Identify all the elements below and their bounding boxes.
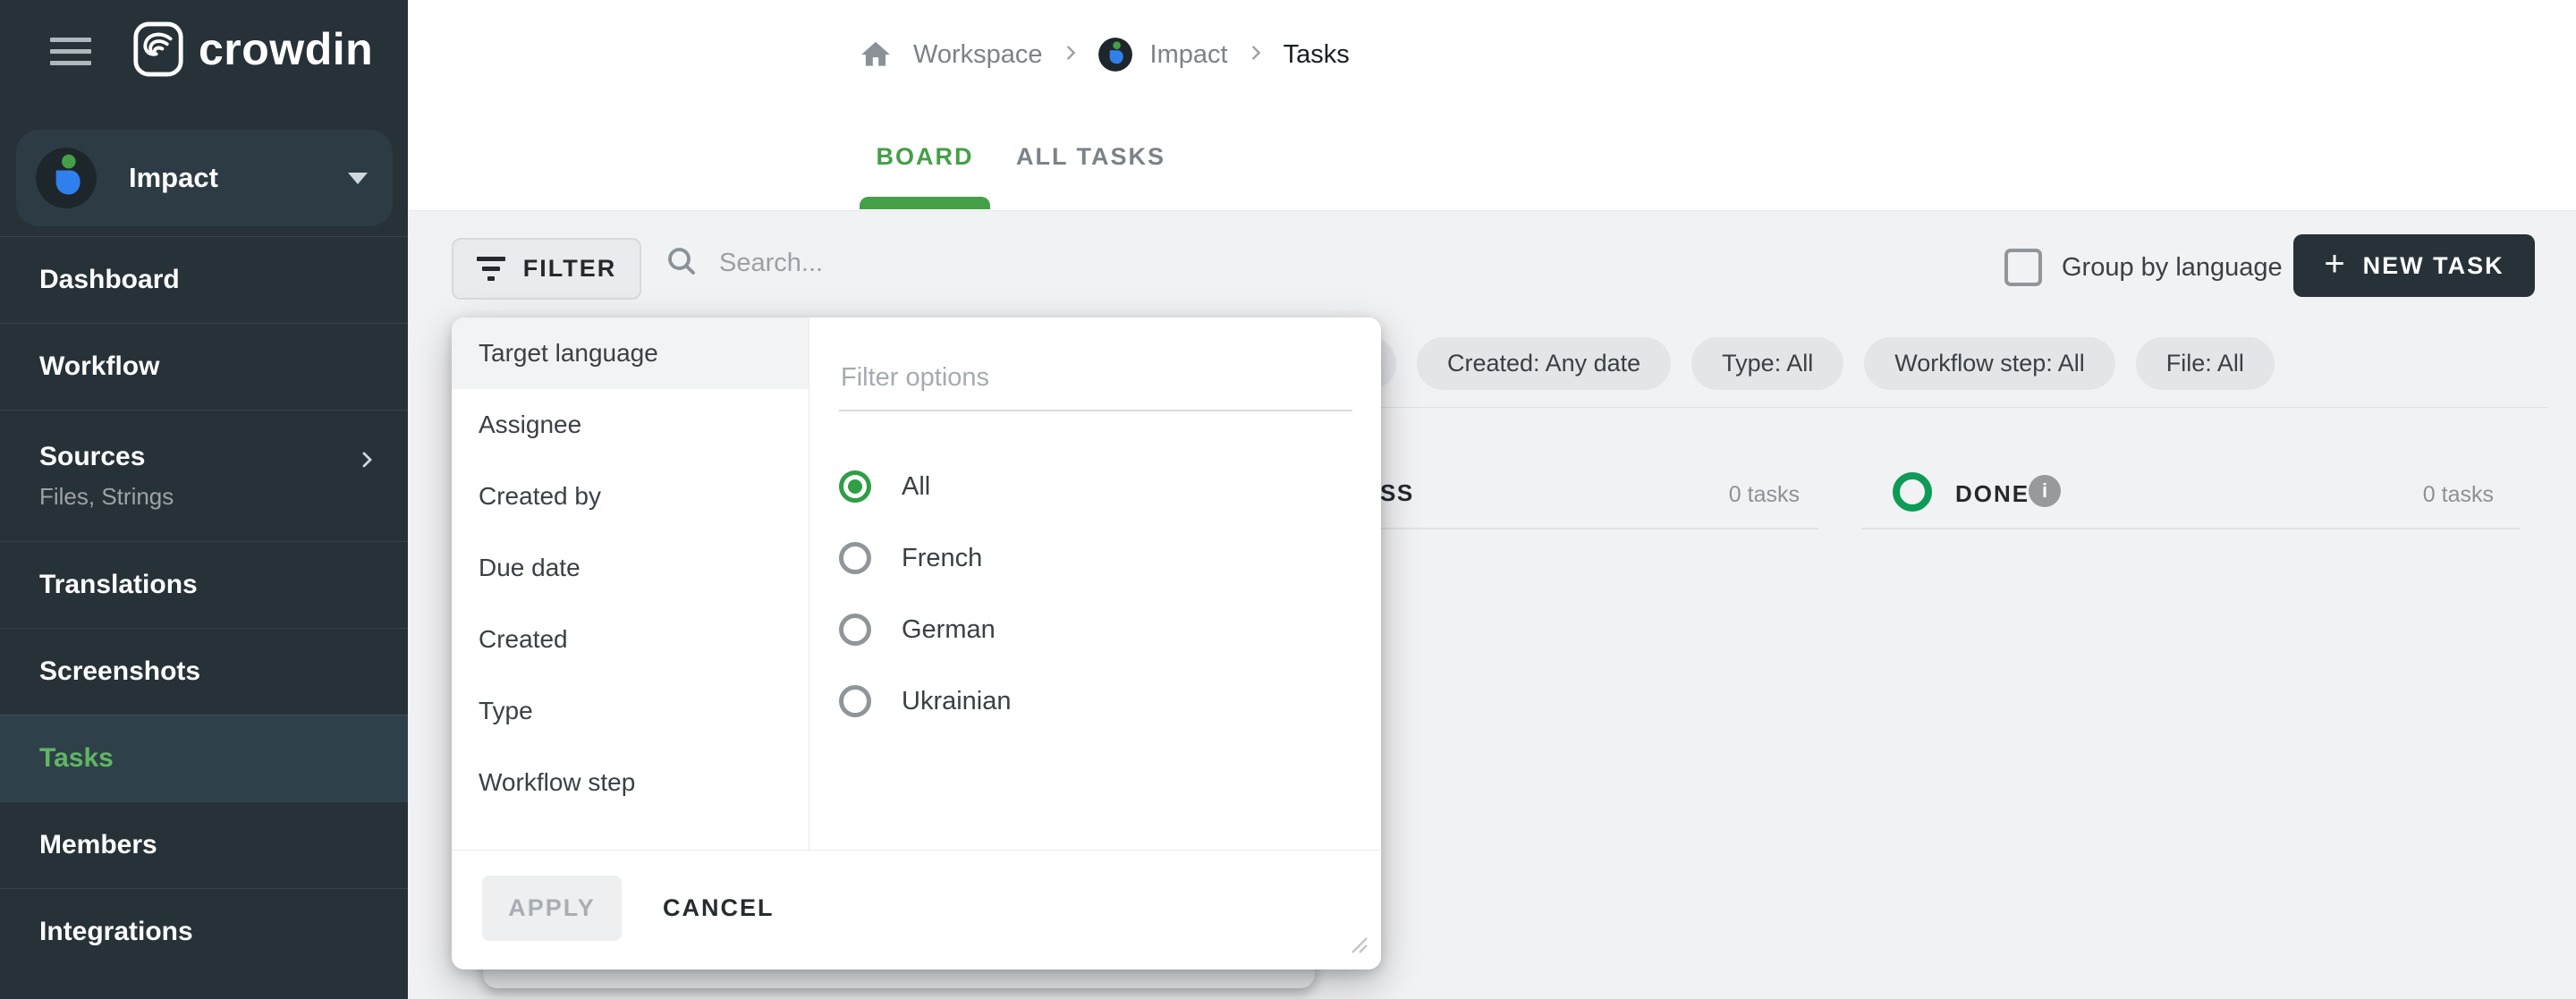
done-status-circle-icon	[1893, 472, 1932, 512]
sidebar-item-tasks[interactable]: Tasks	[0, 715, 408, 801]
group-by-language: Group by language	[2004, 249, 2283, 286]
filter-chip-created[interactable]: Created: Any date	[1417, 337, 1671, 390]
menu-item-created-by[interactable]: Created by	[452, 461, 809, 532]
search-input[interactable]	[717, 248, 1093, 279]
group-by-language-label: Group by language	[2062, 253, 2283, 283]
project-selector[interactable]: Impact	[16, 130, 393, 226]
filter-options-search	[839, 362, 1352, 411]
chevron-down-icon	[348, 173, 368, 184]
filter-popup-footer: APPLY CANCEL	[452, 850, 1381, 969]
filter-popup: Target language Assignee Created by Due …	[452, 317, 1381, 969]
crowdin-logo-icon	[131, 21, 186, 77]
menu-item-due-date[interactable]: Due date	[452, 532, 809, 604]
sidebar-item-sources-sub: Files, Strings	[39, 483, 408, 511]
column-task-count: 0 tasks	[2352, 482, 2494, 508]
header-actions: ?	[2571, 18, 2576, 80]
resize-handle-icon[interactable]	[1342, 927, 1368, 959]
breadcrumb-current-page: Tasks	[1284, 40, 1350, 70]
cancel-button[interactable]: CANCEL	[657, 876, 780, 941]
radio-icon[interactable]	[839, 685, 871, 717]
new-task-button[interactable]: + NEW TASK	[2293, 234, 2535, 297]
column-title-done: DONE	[1955, 480, 2029, 508]
project-name: Impact	[129, 162, 218, 194]
menu-item-workflow-step[interactable]: Workflow step	[452, 747, 809, 818]
chevron-right-icon	[1061, 43, 1080, 67]
chevron-right-icon	[1246, 43, 1266, 67]
radio-option-ukrainian[interactable]: Ukrainian	[839, 665, 1363, 737]
plus-icon: +	[2324, 246, 2344, 282]
menu-item-assignee[interactable]: Assignee	[452, 389, 809, 461]
sidebar-item-workflow[interactable]: Workflow	[0, 323, 408, 410]
column-divider	[1861, 528, 2521, 529]
radio-option-french[interactable]: French	[839, 522, 1363, 594]
radio-icon[interactable]	[839, 542, 871, 574]
column-task-count: 0 tasks	[1655, 482, 1800, 508]
sidebar-item-screenshots[interactable]: Screenshots	[0, 628, 408, 715]
filter-button[interactable]: FILTER	[452, 238, 641, 300]
menu-hamburger-icon[interactable]	[50, 38, 91, 72]
filter-chips: Created: Any date Type: All Workflow ste…	[1342, 337, 2275, 390]
filter-popup-menu: Target language Assignee Created by Due …	[452, 317, 809, 850]
sidebar: crowdin Impact Dashboard Workflow Source…	[0, 0, 408, 999]
chevron-right-icon	[356, 447, 377, 478]
project-logo-icon	[36, 148, 97, 208]
project-logo-icon	[1098, 38, 1132, 72]
radio-option-german[interactable]: German	[839, 594, 1363, 665]
breadcrumb-project[interactable]: Impact	[1150, 40, 1228, 70]
filter-popup-options: All French German Ukrainian	[809, 317, 1381, 850]
radio-icon[interactable]	[839, 614, 871, 646]
filter-button-label: FILTER	[523, 255, 616, 283]
column-title-in-progress-partial: SS	[1380, 479, 1414, 507]
sidebar-item-sources[interactable]: Sources Files, Strings	[0, 410, 408, 541]
menu-item-created[interactable]: Created	[452, 604, 809, 675]
active-tab-indicator	[860, 197, 990, 209]
filter-options-input[interactable]	[839, 362, 1352, 394]
apply-button[interactable]: APPLY	[482, 876, 622, 941]
filter-chip-file[interactable]: File: All	[2136, 337, 2275, 390]
breadcrumb-workspace[interactable]: Workspace	[913, 40, 1043, 70]
menu-item-target-language[interactable]: Target language	[452, 317, 809, 389]
language-options: All French German Ukrainian	[839, 451, 1363, 737]
top-header: Workspace Impact Tasks	[408, 0, 2576, 211]
board-search	[664, 243, 1093, 284]
filter-icon	[477, 257, 505, 281]
group-by-language-checkbox[interactable]	[2004, 249, 2042, 286]
sidebar-nav: Dashboard Workflow Sources Files, String…	[0, 236, 408, 975]
home-icon[interactable]	[856, 35, 895, 74]
crowdin-logo[interactable]: crowdin	[131, 21, 373, 77]
tab-board[interactable]: BOARD	[860, 143, 990, 171]
new-task-label: NEW TASK	[2363, 252, 2504, 280]
menu-item-type[interactable]: Type	[452, 675, 809, 747]
sidebar-item-integrations[interactable]: Integrations	[0, 888, 408, 975]
tab-all-tasks[interactable]: ALL TASKS	[1016, 143, 1165, 171]
info-icon[interactable]: i	[2029, 475, 2061, 507]
crowdin-logo-text: crowdin	[199, 23, 373, 75]
radio-selected-icon[interactable]	[839, 470, 871, 503]
breadcrumb: Workspace Impact Tasks	[856, 25, 1350, 84]
search-icon[interactable]	[2571, 30, 2576, 69]
sidebar-item-dashboard[interactable]: Dashboard	[0, 236, 408, 323]
search-icon	[664, 243, 699, 284]
filter-chip-workflow-step[interactable]: Workflow step: All	[1864, 337, 2115, 390]
filter-chip-type[interactable]: Type: All	[1691, 337, 1843, 390]
sidebar-item-members[interactable]: Members	[0, 801, 408, 888]
crowdin-tasks-page: Workspace Impact Tasks	[0, 0, 2576, 999]
radio-option-all[interactable]: All	[839, 451, 1363, 522]
sidebar-item-translations[interactable]: Translations	[0, 541, 408, 628]
